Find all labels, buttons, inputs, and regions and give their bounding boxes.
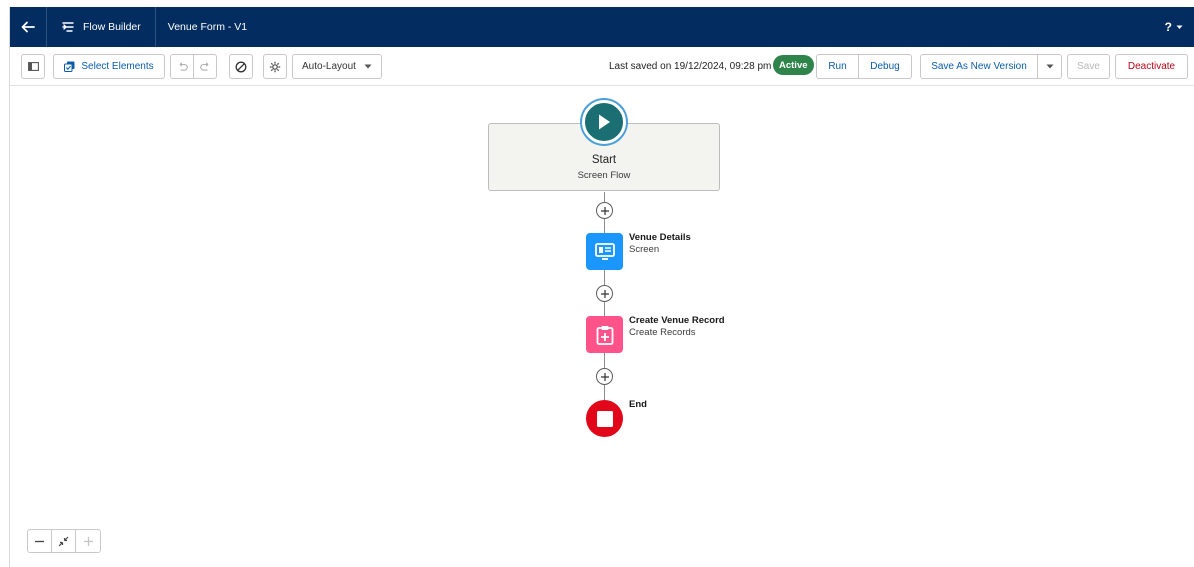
flow-canvas[interactable]: Start Screen Flow Venue Details Screen C… bbox=[10, 87, 1194, 567]
settings-button[interactable] bbox=[263, 54, 287, 79]
chevron-down-icon bbox=[364, 64, 372, 69]
plus-icon bbox=[600, 206, 609, 215]
document-title: Venue Form - V1 bbox=[167, 21, 248, 33]
stop-icon bbox=[596, 410, 613, 427]
last-saved-text: Last saved on 19/12/2024, 09:28 pm bbox=[609, 61, 772, 72]
debug-label: Debug bbox=[870, 61, 900, 72]
select-elements-label: Select Elements bbox=[81, 61, 154, 72]
deactivate-label: Deactivate bbox=[1127, 61, 1176, 72]
node-title: Venue Details bbox=[629, 232, 691, 243]
play-icon bbox=[599, 114, 610, 130]
venue-details-node[interactable] bbox=[586, 233, 623, 270]
plus-icon bbox=[83, 536, 93, 546]
layout-select[interactable]: Auto-Layout bbox=[292, 54, 382, 79]
create-venue-record-label: Create Venue Record Create Records bbox=[629, 315, 725, 339]
select-elements-button[interactable]: Select Elements bbox=[53, 54, 165, 79]
node-subtitle: Create Records bbox=[629, 327, 696, 338]
add-element-button[interactable] bbox=[596, 202, 613, 219]
create-venue-record-node[interactable] bbox=[586, 316, 623, 353]
back-button[interactable] bbox=[10, 7, 46, 47]
gear-icon bbox=[269, 61, 281, 72]
save-label: Save bbox=[1077, 61, 1100, 72]
start-title: Start bbox=[591, 154, 617, 166]
deactivate-button[interactable]: Deactivate bbox=[1115, 54, 1188, 79]
redo-button[interactable] bbox=[193, 54, 217, 79]
toggle-panel-button[interactable] bbox=[21, 54, 45, 79]
save-button[interactable]: Save bbox=[1067, 54, 1110, 79]
node-subtitle: Screen bbox=[629, 244, 660, 255]
zoom-controls bbox=[27, 529, 101, 553]
contract-icon bbox=[58, 536, 69, 546]
undo-icon bbox=[179, 61, 188, 71]
save-as-new-version-button[interactable]: Save As New Version bbox=[920, 54, 1038, 79]
app-title-text: Flow Builder bbox=[83, 21, 141, 33]
layout-select-value: Auto-Layout bbox=[302, 61, 356, 72]
flow-builder-window: Flow Builder Venue Form - V1 ? Select El… bbox=[9, 7, 1194, 567]
venue-details-label: Venue Details Screen bbox=[629, 232, 691, 256]
node-title: Create Venue Record bbox=[629, 315, 725, 326]
end-label: End bbox=[629, 399, 647, 411]
block-icon bbox=[235, 61, 247, 72]
add-element-button[interactable] bbox=[596, 285, 613, 302]
errors-button[interactable] bbox=[229, 54, 253, 79]
redo-icon bbox=[199, 61, 208, 71]
arrow-left-icon bbox=[21, 21, 35, 33]
minus-icon bbox=[35, 540, 44, 542]
zoom-in-button[interactable] bbox=[76, 530, 100, 552]
debug-button[interactable]: Debug bbox=[858, 54, 912, 79]
run-button[interactable]: Run bbox=[816, 54, 859, 79]
chevron-down-icon bbox=[1176, 25, 1183, 29]
undo-button[interactable] bbox=[170, 54, 194, 79]
create-record-icon bbox=[596, 325, 613, 345]
start-subtitle: Screen Flow bbox=[577, 170, 631, 181]
flow-icon bbox=[62, 22, 74, 32]
help-menu[interactable]: ? bbox=[1165, 7, 1183, 47]
fit-view-button[interactable] bbox=[52, 530, 76, 552]
panel-icon bbox=[27, 62, 39, 71]
chevron-down-icon bbox=[1046, 64, 1053, 69]
header-bar: Flow Builder Venue Form - V1 ? bbox=[10, 7, 1194, 47]
end-node[interactable] bbox=[586, 400, 623, 437]
add-element-button[interactable] bbox=[596, 368, 613, 385]
plus-icon bbox=[600, 289, 609, 298]
toolbar: Select Elements Auto-Layout Last saved o… bbox=[10, 47, 1194, 86]
status-badge: Active bbox=[773, 55, 814, 75]
zoom-out-button[interactable] bbox=[28, 530, 52, 552]
start-node[interactable] bbox=[582, 100, 626, 144]
run-label: Run bbox=[828, 61, 847, 72]
save-options-menu[interactable] bbox=[1037, 54, 1062, 79]
save-as-new-version-label: Save As New Version bbox=[931, 61, 1027, 72]
node-title: End bbox=[629, 399, 647, 410]
help-icon: ? bbox=[1164, 20, 1172, 34]
plus-icon bbox=[600, 372, 609, 381]
screen-icon bbox=[594, 242, 615, 260]
select-elements-icon bbox=[64, 61, 75, 72]
app-title: Flow Builder bbox=[47, 7, 155, 47]
